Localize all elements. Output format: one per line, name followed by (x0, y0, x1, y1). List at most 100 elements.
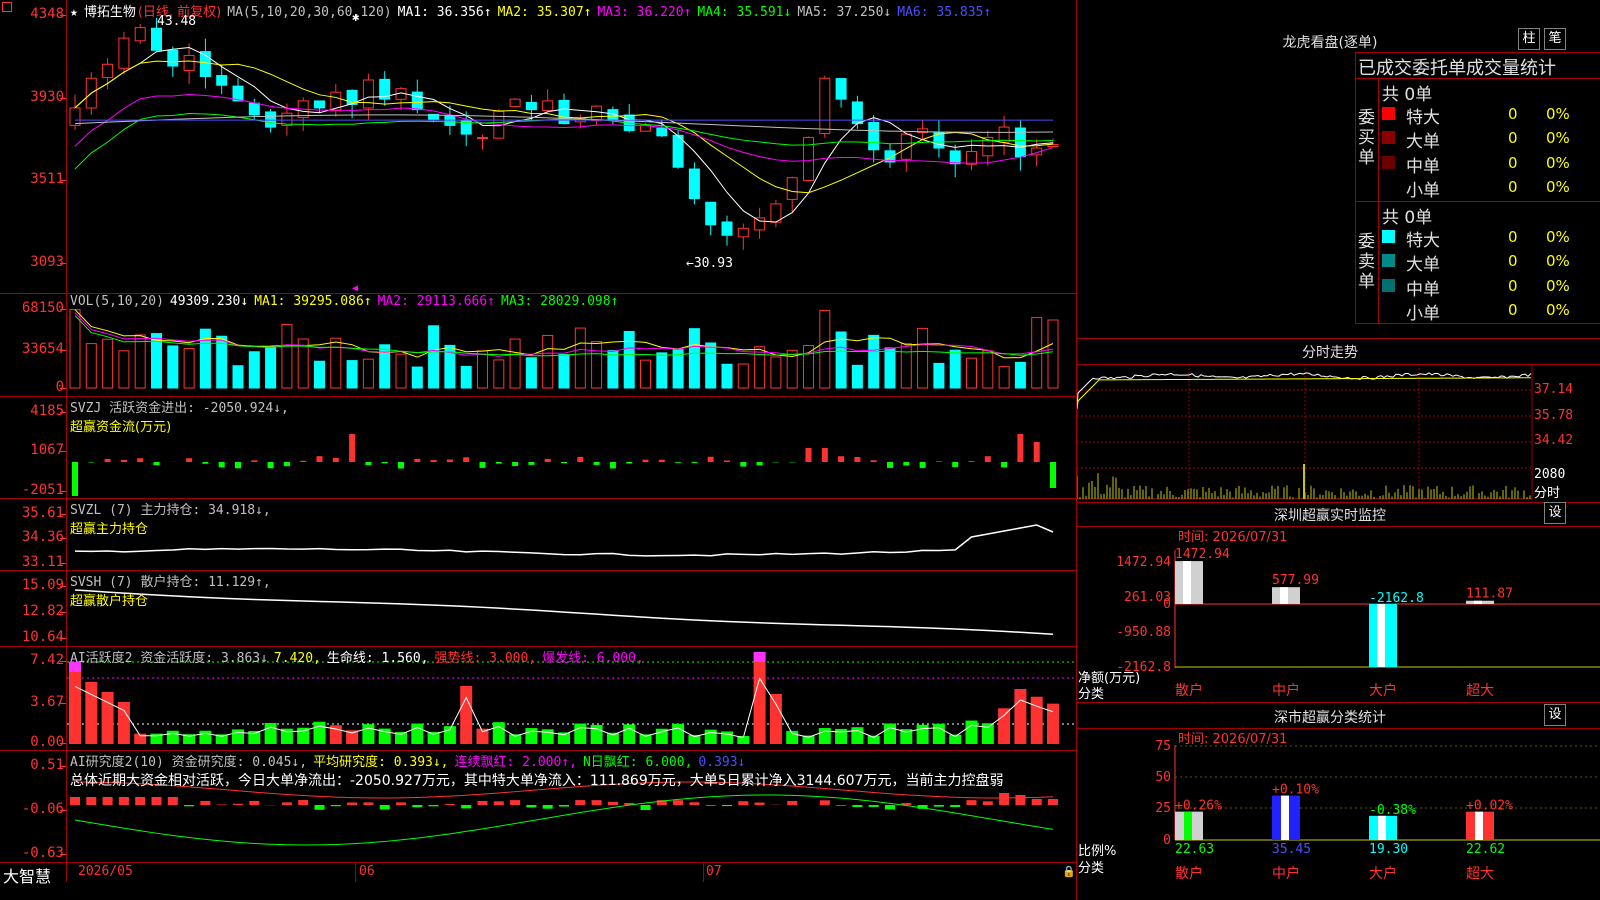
sell-row-value: 0 (1508, 252, 1518, 271)
candle-body (102, 63, 114, 79)
candle-body (656, 127, 668, 137)
fund-flow-bar (398, 462, 404, 469)
fund-flow-bar (919, 462, 926, 468)
buy-row-value: 0 (1508, 129, 1518, 148)
tick-view-button[interactable]: 笔 (1544, 28, 1566, 50)
column-view-button[interactable]: 柱 (1518, 28, 1540, 50)
candle-body (248, 102, 260, 116)
volume-bar (558, 354, 570, 389)
fund-flow-bar (235, 462, 241, 469)
buy-row-pct: 0% (1546, 129, 1570, 148)
fenshi-axis-label: 37.14 (1534, 382, 1574, 397)
candle-body (265, 111, 277, 128)
sz-stats-value: 19.30 (1369, 842, 1408, 857)
lock-icon[interactable]: 🔒 (1062, 865, 1076, 878)
candle-body (477, 137, 488, 140)
sell-row-value: 0 (1508, 276, 1518, 295)
volume-bar (265, 346, 277, 389)
svzl-axis-label: 34.36 (21, 529, 64, 545)
sz-monitor-category: 超大 (1466, 683, 1494, 699)
candle-body (591, 105, 603, 122)
fund-flow-bar (104, 458, 111, 462)
sz-monitor-category: 散户 (1175, 682, 1203, 699)
sz-stats-axis-label: 0 (1163, 833, 1171, 848)
activity-bar (166, 730, 179, 744)
candle-body (786, 177, 798, 200)
sz-monitor-category: 中户 (1272, 682, 1300, 699)
volume-bar (1014, 361, 1026, 389)
research-bar (184, 805, 195, 807)
volume-bar (688, 328, 700, 389)
fund-flow-bar (316, 456, 323, 462)
fund-flow-bar (381, 462, 388, 464)
svzj-subtitle: 超赢资金流(万元) (70, 420, 172, 435)
fund-flow-bar (821, 448, 828, 462)
candle-body (362, 79, 374, 109)
activity-bar (965, 720, 978, 744)
lhb-title: 龙虎看盘(逐单) (1282, 35, 1378, 51)
activity-bar (1030, 696, 1043, 744)
ai2-legend-item: N日飘红: 6.000, (582, 755, 693, 770)
buy-total: 共 0单 (1382, 85, 1433, 105)
svsh-legend: SVSH (7) 散户持仓: 11.129↑, 超赢散户持仓 (70, 571, 271, 609)
fund-flow-bar (724, 460, 730, 462)
volume-bar (542, 334, 554, 389)
volume-bar (917, 327, 929, 389)
volume-bar (525, 357, 537, 389)
research-bar (852, 805, 863, 808)
ai1-legend-item: 爆发线: 6.000, (542, 651, 644, 666)
research-bar (151, 797, 162, 805)
svsh-legend-text: SVSH (7) 散户持仓: 11.129↑, (70, 575, 271, 590)
fund-flow-bar (349, 434, 356, 462)
sz-stats-bar-hl (1281, 795, 1289, 840)
sz-monitor-category: 大户 (1369, 682, 1397, 699)
date-label-3: 07 (706, 864, 722, 879)
sz-monitor-settings-button[interactable]: 设 (1544, 502, 1566, 524)
volume-bar (118, 350, 130, 389)
intraday-chart[interactable] (1077, 364, 1533, 500)
volume-bar (900, 343, 912, 389)
fund-flow-bar (1033, 442, 1040, 462)
candle-body (411, 91, 423, 111)
intraday-avg-line (1077, 377, 1532, 410)
fund-flow-bar (903, 462, 910, 466)
activity-bar (492, 722, 505, 744)
research-bar (314, 805, 325, 810)
activity-bar (606, 732, 619, 744)
ai1-legend-item: AI活跃度2 资金活跃度: 3.863↓ (70, 651, 268, 666)
activity-bar (1047, 703, 1059, 744)
fund-flow-bar (430, 459, 437, 462)
activity-bar (916, 724, 929, 744)
fund-flow-bar (463, 457, 470, 462)
candle-body (705, 201, 717, 226)
volume-bar (102, 338, 114, 389)
volume-bar (314, 360, 325, 389)
research-bar (885, 805, 895, 810)
ai2-axis-label: -0.06 (21, 801, 64, 817)
fund-flow-bar (887, 462, 893, 468)
sz-monitor-xlabel: 分类 (1078, 687, 1105, 702)
fund-flow-bar (691, 462, 698, 463)
ai2-axis-label: -0.63 (21, 845, 64, 861)
candle-body (134, 27, 146, 42)
research-bar (347, 802, 358, 805)
buy-row-pct: 0% (1546, 105, 1570, 123)
sz-stats-value: 22.63 (1175, 842, 1214, 857)
fund-flow-bar (186, 458, 193, 462)
svzj-axis-label: -2051 (21, 482, 64, 498)
vol-axis-label: 0 (55, 379, 64, 395)
research-bar (966, 800, 977, 805)
activity-bar (623, 724, 636, 744)
research-bar (999, 793, 1010, 805)
fund-flow-bar (626, 462, 633, 464)
fund-flow-bar (414, 458, 421, 462)
buy-swatch (1382, 107, 1395, 120)
sz-stats-settings-button[interactable]: 设 (1544, 704, 1566, 726)
fenshi-unit: 分时 (1534, 486, 1561, 501)
sell-swatch (1382, 254, 1395, 268)
candle-body (966, 151, 977, 165)
activity-bar (69, 672, 81, 744)
research-bar (819, 800, 830, 805)
sell-orders-label: 委卖单 (1358, 232, 1376, 292)
fund-flow-bar (479, 462, 486, 468)
